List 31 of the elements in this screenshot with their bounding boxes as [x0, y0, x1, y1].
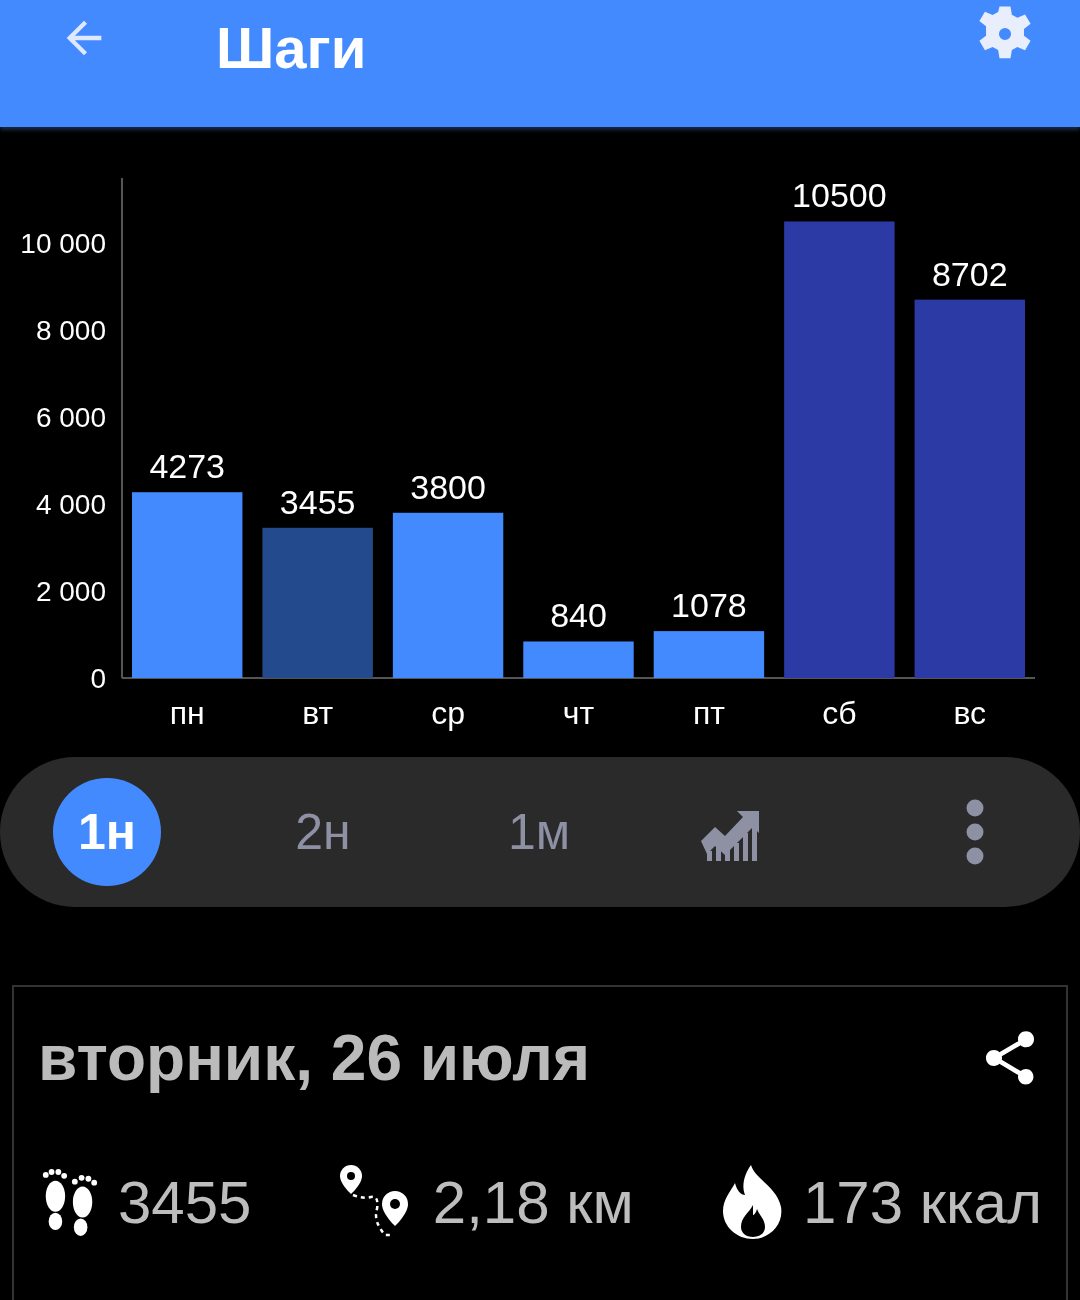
- axis-tick-label: 6 000: [35, 402, 106, 434]
- bar-value-label: 840: [550, 596, 607, 635]
- axis-tick-label: 10 000: [20, 228, 106, 260]
- bar[interactable]: [523, 641, 634, 678]
- bar-value-label: 3455: [279, 482, 356, 521]
- bar[interactable]: [392, 512, 504, 678]
- day-label: ср: [431, 695, 465, 731]
- day-title: вторник, 26 июля: [38, 1021, 591, 1095]
- bar-value-label: 10500: [792, 176, 887, 215]
- stat-value: 3455: [118, 1167, 252, 1237]
- screen-title: Шаги: [216, 14, 368, 81]
- axis-tick-label: 2 000: [35, 576, 106, 608]
- bar-value-label: 3800: [410, 467, 486, 506]
- period-tab[interactable]: 1н: [53, 778, 161, 886]
- day-label: пн: [169, 695, 205, 731]
- bar-value-label: 1078: [671, 586, 747, 625]
- day-label: пт: [692, 695, 725, 731]
- day-label: чт: [562, 695, 595, 731]
- day-label: сб: [822, 695, 857, 731]
- period-tab[interactable]: 1м: [485, 778, 593, 886]
- axis-tick-label: 8 000: [35, 315, 106, 347]
- period-tab[interactable]: 2н: [269, 778, 377, 886]
- axis-tick-label: 4 000: [35, 489, 106, 521]
- bar-value-label: 4273: [149, 447, 226, 486]
- day-label: вт: [302, 695, 334, 731]
- more-options-icon[interactable]: [965, 799, 985, 865]
- stat-value: 173 ккал: [803, 1167, 1042, 1237]
- bar-value-label: 8702: [931, 254, 1008, 293]
- day-label: вс: [953, 695, 987, 731]
- stat-value: 2,18 км: [432, 1167, 634, 1237]
- axis-tick-label: 0: [90, 663, 106, 694]
